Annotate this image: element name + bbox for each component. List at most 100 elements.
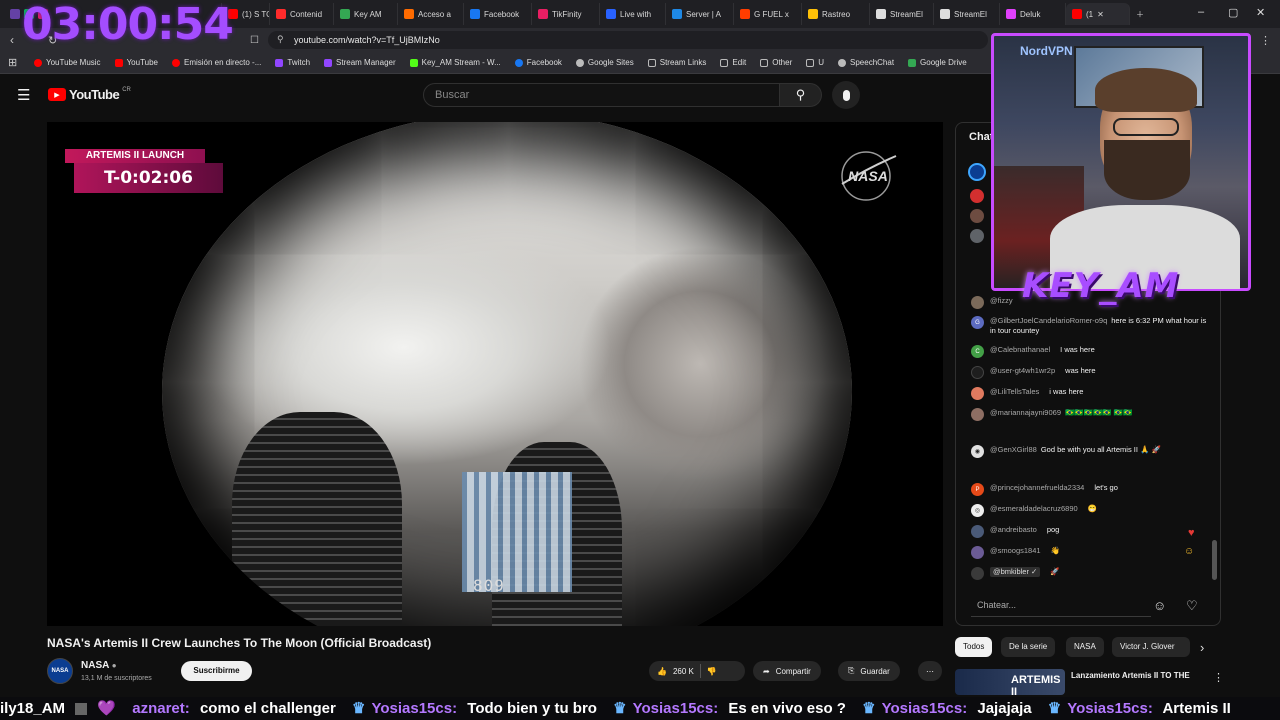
chat-input[interactable]: Chatear... — [971, 595, 1151, 617]
close-icon[interactable]: ✕ — [1097, 10, 1104, 19]
bookmark-other[interactable]: Other — [760, 58, 792, 67]
search-button[interactable]: ⚲ — [780, 83, 822, 107]
bookmark-twitch[interactable]: Twitch — [275, 58, 310, 67]
heart-icon[interactable]: ♡ — [1186, 598, 1198, 614]
related-video[interactable]: ARTEMIS II Lanzamiento Artemis II TO THE… — [955, 669, 1280, 695]
browser-tab[interactable]: Deluk — [1000, 3, 1066, 25]
browser-tab[interactable]: Facebook — [464, 3, 532, 25]
bookmark-speechchat[interactable]: SpeechChat — [838, 58, 894, 67]
launch-countdown: T-0:02:06 — [74, 163, 223, 193]
chevron-right-icon[interactable]: › — [1200, 640, 1204, 655]
bookmark-key-am[interactable]: Key_AM Stream - W... — [409, 58, 501, 67]
browser-tab[interactable]: Key AM — [334, 3, 398, 25]
ticker-badge-icon — [75, 703, 88, 716]
crown-icon: ♛ — [862, 700, 876, 717]
browser-tab[interactable]: Server | A — [666, 3, 734, 25]
webcam-person-beard — [1104, 140, 1190, 200]
bookmark-emision[interactable]: Emisión en directo -... — [172, 58, 261, 67]
browser-tab[interactable]: G FUEL x — [734, 3, 802, 25]
browser-tab[interactable]: Contenid — [270, 3, 334, 25]
chat-message: @user-gt4wh1wr2p was here — [971, 366, 1209, 379]
video-frame-counter: 809 — [473, 576, 505, 595]
bookmark-google-sites[interactable]: Google Sites — [575, 58, 634, 67]
bookmark-youtube[interactable]: YouTube — [114, 58, 158, 67]
minimize-icon[interactable]: – — [1198, 6, 1204, 18]
browser-tab[interactable]: TikFinity — [532, 3, 600, 25]
bookmark-stream-manager[interactable]: Stream Manager — [324, 58, 396, 67]
bookmark-facebook[interactable]: Facebook — [514, 58, 562, 67]
voice-search-button[interactable] — [832, 81, 860, 109]
bookmark-stream-links[interactable]: Stream Links — [647, 58, 706, 67]
bookmark-star-icon[interactable]: ☐ — [250, 35, 259, 46]
more-actions-button[interactable]: ⋯ — [918, 661, 942, 681]
bookmark-google-drive[interactable]: Google Drive — [908, 58, 967, 67]
verified-icon: ● — [111, 661, 117, 670]
webcam-person-hair — [1095, 68, 1197, 112]
chat-message: @smoogs1841 👋 — [971, 546, 1209, 559]
browser-tab[interactable]: Rastreo — [802, 3, 870, 25]
avatar — [971, 546, 984, 559]
ticker-item: ♛ Yosias15cs: Es en vivo eso ? — [613, 700, 846, 717]
maximize-icon[interactable]: ▢ — [1228, 6, 1238, 19]
browser-tab[interactable]: StreamEl — [934, 3, 1000, 25]
subscribe-button[interactable]: Suscribirme — [181, 661, 252, 681]
chat-message: @bmkibler ✓ 🚀 — [971, 567, 1209, 580]
chip-victor-glover[interactable]: Victor J. Glover — [1112, 637, 1190, 657]
divider — [699, 664, 701, 678]
chip-series[interactable]: De la serie — [1001, 637, 1056, 657]
bookmark-u[interactable]: U — [806, 58, 824, 67]
webcam-glasses — [1113, 118, 1179, 136]
subscriber-count: 13,1 M de suscriptores — [81, 675, 152, 682]
close-window-icon[interactable]: ✕ — [1256, 6, 1265, 19]
crown-icon: ♛ — [1047, 700, 1062, 717]
save-button[interactable]: ⎘ Guardar — [838, 661, 900, 681]
browser-tab[interactable]: StreamEl — [870, 3, 934, 25]
url-field[interactable]: ⚲ youtube.com/watch?v=Tf_UjBMIzNo — [268, 31, 988, 49]
browser-tab[interactable]: Acceso a — [398, 3, 464, 25]
share-button[interactable]: ➦ Compartir — [753, 661, 821, 681]
more-vertical-icon[interactable]: ⋮ — [1213, 671, 1224, 684]
avatar: ◎ — [971, 504, 984, 517]
chat-header: Chat — [969, 131, 994, 143]
rocket-nozzle — [232, 412, 402, 626]
avatar — [971, 525, 984, 538]
like-dislike-group: 👍 260 K 👎 — [649, 661, 745, 681]
video-player[interactable] — [47, 122, 943, 626]
avatar: C — [971, 345, 984, 358]
back-icon[interactable]: ‹ — [10, 33, 14, 47]
chat-message: P @princejohannefruelda2334 let's go — [971, 483, 1209, 496]
dislike-button[interactable]: 👎 — [707, 667, 717, 676]
browser-tab-active[interactable]: (1 ✕ — [1066, 3, 1130, 25]
nordvpn-logo: NordVPN — [1020, 44, 1073, 58]
ticker-item: aznaret: como el challenger — [132, 700, 336, 717]
emoji-icon[interactable]: ☺ — [1153, 598, 1166, 613]
chat-scrollbar[interactable] — [1212, 540, 1217, 580]
avatar — [968, 163, 986, 181]
bookmark-edit[interactable]: Edit — [720, 58, 746, 67]
ticker-item: ♛ Yosias15cs: Artemis II — [1047, 700, 1231, 717]
channel-avatar[interactable]: NASA — [47, 658, 73, 684]
bookmark-youtube-music[interactable]: YouTube Music — [34, 58, 101, 67]
avatar — [970, 229, 984, 243]
hamburger-menu-icon[interactable]: ☰ — [17, 86, 30, 104]
chip-all[interactable]: Todos — [955, 637, 993, 657]
new-tab-button[interactable]: ＋ — [1130, 3, 1154, 25]
crown-icon: ♛ — [613, 700, 627, 717]
browser-tab[interactable]: Live with — [600, 3, 666, 25]
channel-name[interactable]: NASA ● — [81, 660, 117, 671]
share-arrow-icon: ➦ — [763, 666, 770, 676]
related-thumbnail: ARTEMIS II — [955, 669, 1065, 695]
search-input[interactable]: Buscar — [423, 83, 780, 107]
chip-nasa[interactable]: NASA — [1066, 637, 1104, 657]
launch-tower — [462, 472, 572, 592]
chat-message: @mariannajayni9069 🇧🇷🇧🇷🇧🇷🇧🇷🇧🇷 🇧🇷🇧🇷 — [971, 408, 1209, 421]
thumbs-up-icon: 👍 — [657, 666, 667, 676]
apps-grid-icon[interactable]: ⊞ — [8, 56, 17, 69]
more-horizontal-icon: ⋯ — [926, 666, 934, 676]
chat-pinned-avatars — [968, 163, 988, 243]
microphone-icon — [842, 89, 850, 101]
site-info-icon[interactable]: ⚲ — [277, 34, 284, 45]
like-button[interactable]: 👍 260 K — [657, 667, 694, 676]
youtube-logo[interactable]: ▶ YouTube CR — [48, 87, 131, 102]
menu-icon[interactable]: ⋮ — [1260, 34, 1271, 47]
